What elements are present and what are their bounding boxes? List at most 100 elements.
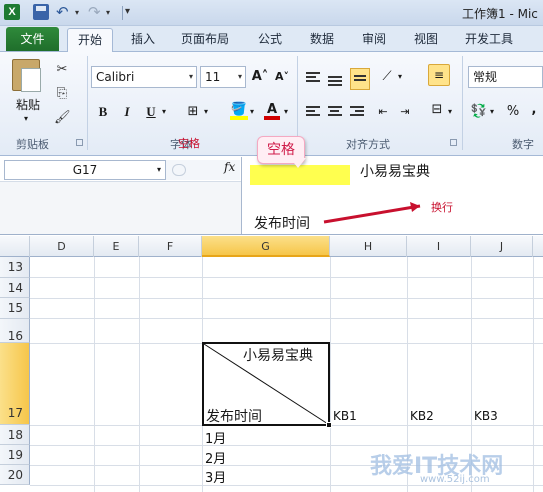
tab-review[interactable]: 审阅 xyxy=(362,30,386,52)
group-label-clipboard: 剪贴板 xyxy=(16,138,49,151)
paste-dropdown-icon[interactable]: ▾ xyxy=(24,114,28,123)
top-align-icon[interactable] xyxy=(306,72,320,84)
highlighted-spaces xyxy=(250,165,350,185)
cell-g19[interactable]: 2月 xyxy=(205,448,226,467)
excel-app-icon[interactable]: X xyxy=(4,4,20,20)
row-header-20[interactable]: 20 xyxy=(0,465,30,485)
middle-align-icon[interactable] xyxy=(328,76,342,88)
grow-font-icon[interactable]: A˄ xyxy=(250,67,270,87)
row-header-13[interactable]: 13 xyxy=(0,257,30,278)
tab-insert[interactable]: 插入 xyxy=(131,30,155,52)
percent-button[interactable]: % xyxy=(506,102,520,122)
cell-h17[interactable]: KB1 xyxy=(333,409,357,423)
number-format-combo[interactable]: 常规 xyxy=(468,66,543,88)
fill-color-dropdown-icon[interactable]: ▾ xyxy=(248,102,256,122)
customize-toolbar-icon[interactable]: ▾ xyxy=(125,4,135,20)
row-header-16[interactable]: 16 xyxy=(0,319,30,343)
fill-handle[interactable] xyxy=(326,422,332,428)
font-color-icon[interactable]: A xyxy=(264,100,280,120)
row-header-17[interactable]: 17 xyxy=(0,343,30,425)
fill-color-icon[interactable]: 🪣 xyxy=(230,100,248,120)
increase-indent-icon[interactable]: ⇥ xyxy=(396,102,414,122)
formula-bar-splitter[interactable] xyxy=(172,164,186,176)
column-header-h[interactable]: H xyxy=(330,236,407,257)
shrink-font-icon[interactable]: A˅ xyxy=(272,67,292,87)
font-size-value: 11 xyxy=(205,70,221,84)
name-box-value: G17 xyxy=(72,163,98,177)
align-left-icon[interactable] xyxy=(306,106,320,118)
name-box[interactable]: G17 ▾ xyxy=(4,160,166,180)
column-header-d[interactable]: D xyxy=(30,236,94,257)
tab-home[interactable]: 开始 xyxy=(67,28,113,53)
row-header-19[interactable]: 19 xyxy=(0,445,30,465)
bold-button[interactable]: B xyxy=(96,102,110,122)
font-name-dropdown-icon[interactable]: ▾ xyxy=(189,67,193,87)
borders-icon[interactable]: ⊞ xyxy=(184,102,202,122)
number-format-value: 常规 xyxy=(473,70,498,84)
wrap-text-icon[interactable]: ≡ xyxy=(428,64,450,86)
select-all-corner[interactable] xyxy=(0,236,30,257)
cell-g20[interactable]: 3月 xyxy=(205,467,226,486)
borders-dropdown-icon[interactable]: ▾ xyxy=(202,102,210,122)
underline-dropdown-icon[interactable]: ▾ xyxy=(160,102,168,122)
tab-data[interactable]: 数据 xyxy=(310,30,334,52)
tab-developer[interactable]: 开发工具 xyxy=(465,30,513,52)
currency-dropdown-icon[interactable]: ▾ xyxy=(488,102,496,122)
row-header-15[interactable]: 15 xyxy=(0,298,30,319)
ribbon-tab-bar: 文件 开始 插入 页面布局 公式 数据 审阅 视图 开发工具 xyxy=(0,26,543,53)
comma-button[interactable]: , xyxy=(528,100,540,120)
cell-j17[interactable]: KB3 xyxy=(474,409,498,423)
paste-icon[interactable] xyxy=(12,59,41,92)
column-header-f[interactable]: F xyxy=(139,236,202,257)
font-name-value: Calibri xyxy=(96,70,135,84)
row-header-18[interactable]: 18 xyxy=(0,425,30,445)
row-header-14[interactable]: 14 xyxy=(0,278,30,298)
column-header-i[interactable]: I xyxy=(407,236,471,257)
currency-icon[interactable]: 💱 xyxy=(470,102,488,122)
merge-dropdown-icon[interactable]: ▾ xyxy=(446,102,454,122)
undo-dropdown-icon[interactable]: ▾ xyxy=(75,8,79,17)
toolbar-divider xyxy=(122,6,123,20)
column-header-e[interactable]: E xyxy=(94,236,139,257)
font-size-dropdown-icon[interactable]: ▾ xyxy=(238,67,242,87)
cut-icon[interactable]: ✂ xyxy=(54,62,70,78)
title-bar: X ↶ ▾ ↷ ▾ ▾ 工作簿1 - Mic xyxy=(0,0,543,26)
watermark-url: www.52ij.com xyxy=(420,474,490,485)
copy-icon[interactable]: ⎘ xyxy=(54,86,70,102)
clipboard-launcher-icon[interactable] xyxy=(76,139,83,146)
format-painter-icon[interactable]: 🖌 xyxy=(54,110,71,126)
save-icon[interactable] xyxy=(33,4,49,20)
redo-icon[interactable]: ↷ xyxy=(88,4,104,20)
column-header-bar: D E F G H I J xyxy=(0,236,543,257)
orientation-dropdown-icon[interactable]: ▾ xyxy=(396,67,404,87)
callout-tail xyxy=(290,158,306,168)
orientation-icon[interactable]: ⟋ xyxy=(378,67,396,87)
font-name-combo[interactable]: Calibri ▾ xyxy=(91,66,197,88)
insert-function-icon[interactable]: fx xyxy=(224,160,235,174)
paste-button[interactable]: 粘贴 xyxy=(16,96,40,113)
redo-dropdown-icon[interactable]: ▾ xyxy=(106,8,110,17)
font-color-dropdown-icon[interactable]: ▾ xyxy=(282,102,290,122)
name-box-dropdown-icon[interactable]: ▾ xyxy=(157,161,161,179)
cell-i17[interactable]: KB2 xyxy=(410,409,434,423)
cell-g18[interactable]: 1月 xyxy=(205,428,226,447)
bottom-align-icon[interactable] xyxy=(350,68,370,90)
column-header-g[interactable]: G xyxy=(202,236,330,257)
align-center-icon[interactable] xyxy=(328,106,342,118)
tab-page-layout[interactable]: 页面布局 xyxy=(181,30,229,52)
merge-center-icon[interactable]: ⊟ xyxy=(428,100,446,120)
tab-view[interactable]: 视图 xyxy=(414,30,438,52)
group-divider xyxy=(462,56,463,150)
align-right-icon[interactable] xyxy=(350,106,364,118)
column-header-j[interactable]: J xyxy=(471,236,533,257)
formula-text-line-2: 发布时间 xyxy=(254,216,310,232)
alignment-launcher-icon[interactable] xyxy=(450,139,457,146)
decrease-indent-icon[interactable]: ⇤ xyxy=(374,102,392,122)
undo-icon[interactable]: ↶ xyxy=(56,4,72,20)
tab-file[interactable]: 文件 xyxy=(6,27,59,51)
italic-button[interactable]: I xyxy=(120,102,134,122)
tab-formulas[interactable]: 公式 xyxy=(258,30,282,52)
underline-button[interactable]: U xyxy=(144,102,158,122)
newline-label: 换行 xyxy=(431,201,453,214)
font-size-combo[interactable]: 11 ▾ xyxy=(200,66,246,88)
